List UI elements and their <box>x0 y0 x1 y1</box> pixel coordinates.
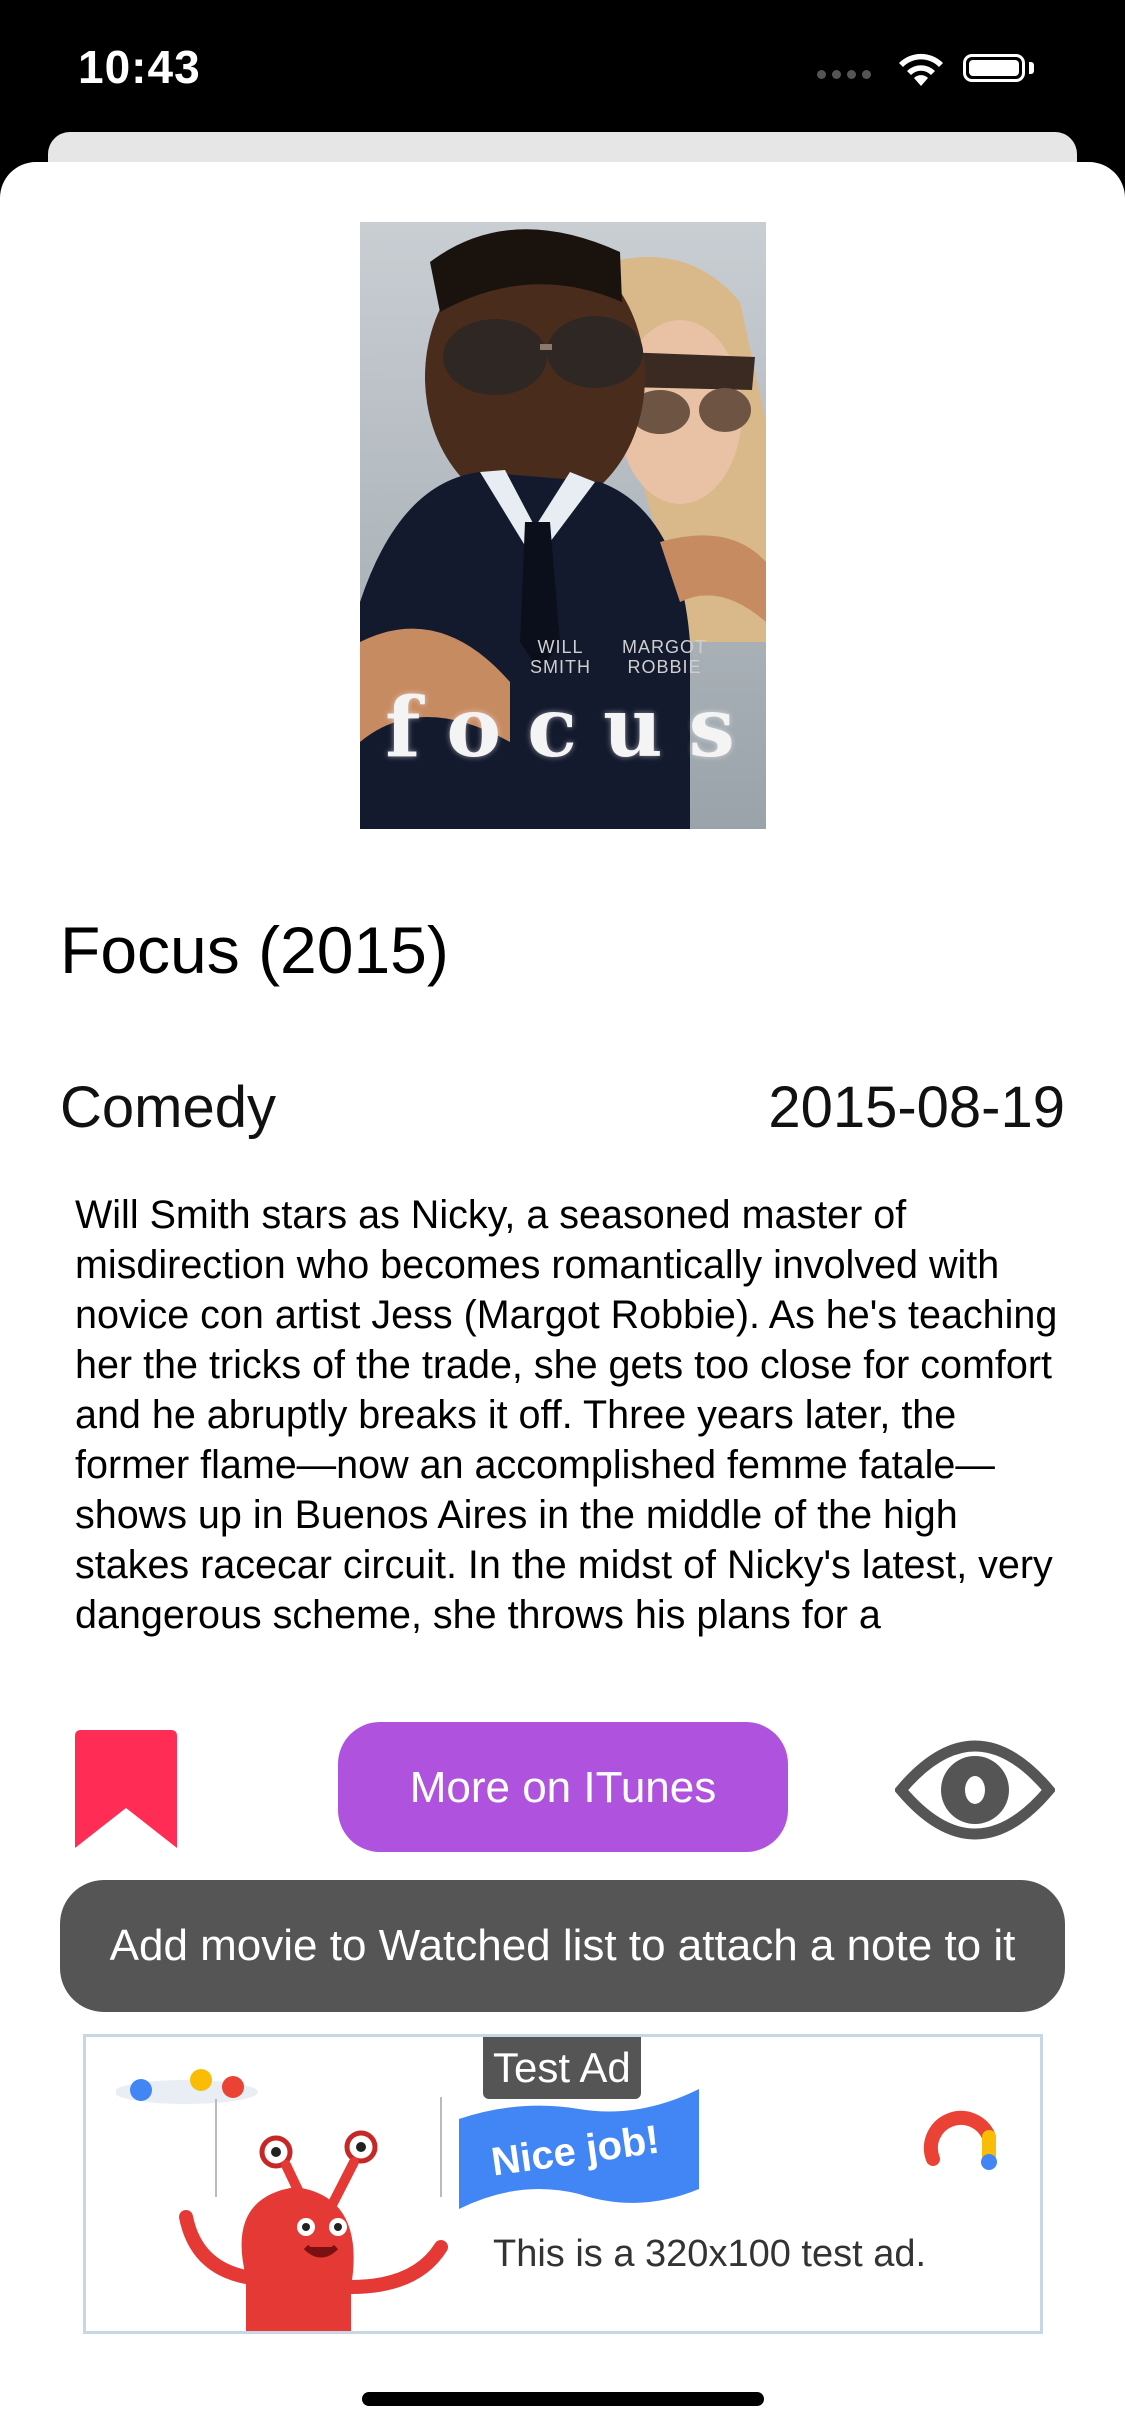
poster-credit-right: MARGOT ROBBIE <box>622 637 707 677</box>
battery-icon <box>963 54 1025 82</box>
status-icons <box>817 50 1077 90</box>
movie-release-date: 2015-08-19 <box>768 1075 1065 1140</box>
movie-poster: WILL SMITH MARGOT ROBBIE focus <box>360 222 766 829</box>
movie-genre: Comedy <box>60 1075 276 1140</box>
ad-monster-illustration <box>116 2069 448 2331</box>
ad-banner[interactable]: Nice job! This is a 320x100 test ad. Tes… <box>83 2034 1043 2334</box>
status-bar: 10:43 <box>0 0 1125 132</box>
test-ad-badge: Test Ad <box>483 2037 641 2099</box>
bookmark-icon[interactable] <box>75 1730 177 1850</box>
movie-overview[interactable]: Will Smith stars as Nicky, a seasoned ma… <box>75 1190 1075 1668</box>
ad-text: This is a 320x100 test ad. <box>493 2233 927 2275</box>
watched-note-toast: Add movie to Watched list to attach a no… <box>60 1880 1065 2012</box>
admob-logo-icon <box>924 2110 997 2170</box>
poster-credit-left: WILL SMITH <box>530 637 591 677</box>
screen: 10:43 WILL SMITH MARGOT ROBBIE focus Foc… <box>0 0 1125 2436</box>
movie-title: Focus (2015) <box>60 913 449 987</box>
battery-tip <box>1029 62 1034 74</box>
home-indicator[interactable] <box>362 2392 764 2406</box>
more-on-itunes-button[interactable]: More on ITunes <box>338 1722 788 1852</box>
signal-icon <box>817 70 873 80</box>
poster-title: focus <box>385 680 761 776</box>
eye-icon[interactable] <box>895 1730 1055 1850</box>
movie-detail-sheet: WILL SMITH MARGOT ROBBIE focus Focus (20… <box>0 162 1125 2436</box>
wifi-icon <box>899 53 943 86</box>
status-time: 10:43 <box>78 41 201 93</box>
